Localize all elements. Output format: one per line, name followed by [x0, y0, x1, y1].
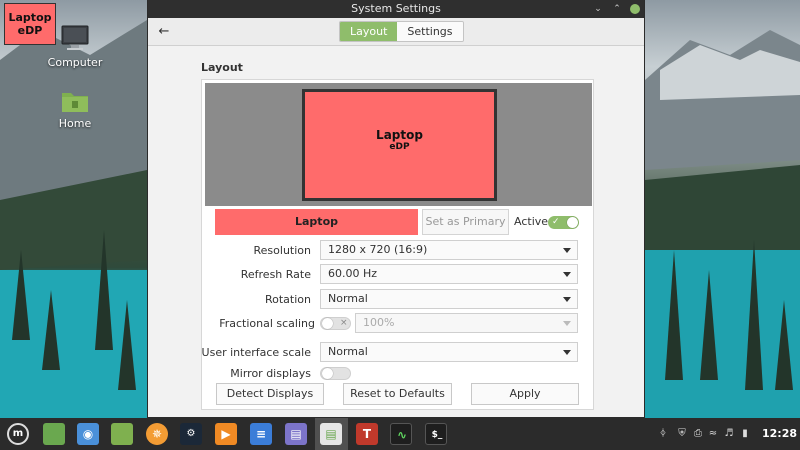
- media-player-icon[interactable]: ▶: [215, 423, 237, 445]
- switch-knob: [567, 217, 578, 228]
- minimize-button[interactable]: ⌄: [593, 4, 603, 14]
- folder-icon[interactable]: [111, 423, 133, 445]
- close-button[interactable]: [630, 4, 640, 14]
- rotation-value: Normal: [328, 292, 368, 305]
- volume-icon[interactable]: ♬: [723, 428, 735, 440]
- system-settings-window: System Settings ⌄ ⌃ ← Layout Settings La…: [147, 0, 645, 418]
- tab-layout[interactable]: Layout: [340, 22, 398, 41]
- notes-icon[interactable]: ▤: [285, 423, 307, 445]
- xfce-app-icon[interactable]: T: [356, 423, 378, 445]
- refresh-rate-combo[interactable]: 60.00 Hz: [320, 264, 578, 284]
- resolution-combo[interactable]: 1280 x 720 (16:9): [320, 240, 578, 260]
- pine-tree: [745, 240, 763, 390]
- fractional-scaling-combo: 100%: [355, 313, 578, 333]
- monitor-selector-laptop[interactable]: Laptop: [215, 209, 418, 235]
- tab-settings[interactable]: Settings: [397, 22, 463, 41]
- stack-switcher: Layout Settings: [339, 21, 464, 42]
- mirror-displays-switch[interactable]: [320, 367, 351, 380]
- dropdown-arrow-icon: [563, 321, 571, 326]
- dropdown-arrow-icon: [563, 350, 571, 355]
- network-icon[interactable]: ≈: [707, 428, 719, 440]
- home-folder-icon: [62, 93, 88, 112]
- mirror-displays-label: Mirror displays: [230, 367, 311, 380]
- monitor-selector-row: Laptop Set as Primary Active ✓: [215, 209, 585, 236]
- ui-scale-value: Normal: [328, 345, 368, 358]
- clock[interactable]: 12:28: [762, 418, 797, 450]
- dropdown-arrow-icon: [563, 272, 571, 277]
- steam-icon[interactable]: ⚙: [180, 423, 202, 445]
- menu-icon[interactable]: m: [7, 423, 29, 445]
- pine-tree: [700, 270, 718, 380]
- text-editor-icon[interactable]: ≡: [250, 423, 272, 445]
- shield-icon[interactable]: ⛨: [676, 428, 688, 440]
- settings-content: Layout Laptop eDP Laptop Set as Primary …: [148, 47, 644, 417]
- back-button[interactable]: ←: [154, 22, 174, 42]
- ui-scale-label: User interface scale: [201, 346, 311, 359]
- system-monitor-icon[interactable]: ∿: [390, 423, 412, 445]
- set-as-primary-button[interactable]: Set as Primary: [422, 209, 509, 235]
- taskbar: m ◉ ✵ ⚙ ▶ ≡ ▤ ▤ T ∿ $_ ᛄ ⛨ ⎙ ≈ ♬ ▮ 12:28: [0, 418, 800, 450]
- x-icon: ×: [340, 318, 348, 328]
- pine-tree: [42, 290, 60, 370]
- resolution-value: 1280 x 720 (16:9): [328, 243, 428, 256]
- pine-tree: [775, 300, 793, 390]
- desktop-icon-computer[interactable]: Computer: [40, 25, 110, 69]
- reset-to-defaults-button[interactable]: Reset to Defaults: [343, 383, 452, 405]
- switch-knob: [322, 318, 333, 329]
- desktop-icon-label: Home: [58, 117, 92, 130]
- dropdown-arrow-icon: [563, 248, 571, 253]
- bluetooth-icon[interactable]: ᛄ: [657, 428, 669, 440]
- printer-icon[interactable]: ⎙: [692, 428, 704, 440]
- detect-displays-button[interactable]: Detect Displays: [216, 383, 324, 405]
- pine-tree: [118, 300, 136, 390]
- active-label: Active: [514, 215, 549, 228]
- settings-icon[interactable]: ▤: [320, 423, 342, 445]
- section-title: Layout: [201, 61, 243, 74]
- apply-button[interactable]: Apply: [471, 383, 579, 405]
- files-icon[interactable]: [43, 423, 65, 445]
- back-arrow-icon: ←: [158, 24, 170, 39]
- display-layout-preview: Laptop eDP: [205, 83, 592, 206]
- resolution-label: Resolution: [253, 244, 311, 257]
- pine-tree: [665, 250, 683, 380]
- dropdown-arrow-icon: [563, 297, 571, 302]
- monitor-preview-laptop[interactable]: Laptop eDP: [302, 89, 497, 201]
- check-icon: ✓: [552, 217, 560, 227]
- window-titlebar[interactable]: System Settings ⌄ ⌃: [148, 0, 644, 18]
- ui-scale-combo[interactable]: Normal: [320, 342, 578, 362]
- monitor-preview-connector: eDP: [389, 142, 410, 152]
- pine-tree: [95, 230, 113, 350]
- switch-knob: [322, 368, 333, 379]
- monitor-preview-name: Laptop: [376, 128, 423, 142]
- rotation-label: Rotation: [264, 293, 311, 306]
- desktop-icon-label: Computer: [47, 56, 103, 69]
- fractional-scaling-label: Fractional scaling: [219, 317, 315, 330]
- fractional-scaling-value: 100%: [363, 316, 395, 329]
- display-identifier-name: Laptop: [8, 11, 52, 24]
- header-bar: ← Layout Settings: [148, 18, 644, 46]
- computer-icon: [61, 25, 89, 50]
- desktop-icon-home[interactable]: Home: [40, 88, 110, 130]
- mint-logo-glyph: m: [12, 428, 24, 439]
- firefox-icon[interactable]: ✵: [146, 423, 168, 445]
- refresh-rate-label: Refresh Rate: [240, 268, 311, 281]
- active-switch[interactable]: ✓: [548, 216, 579, 229]
- battery-icon[interactable]: ▮: [739, 428, 751, 440]
- terminal-icon[interactable]: $_: [425, 423, 447, 445]
- refresh-rate-value: 60.00 Hz: [328, 267, 378, 280]
- layout-card: Laptop eDP Laptop Set as Primary Active …: [201, 79, 594, 410]
- fractional-scaling-switch[interactable]: ×: [320, 317, 351, 330]
- pine-tree: [12, 250, 30, 340]
- window-title: System Settings: [351, 2, 441, 15]
- rotation-combo[interactable]: Normal: [320, 289, 578, 309]
- camera-icon[interactable]: ◉: [77, 423, 99, 445]
- maximize-button[interactable]: ⌃: [612, 4, 622, 14]
